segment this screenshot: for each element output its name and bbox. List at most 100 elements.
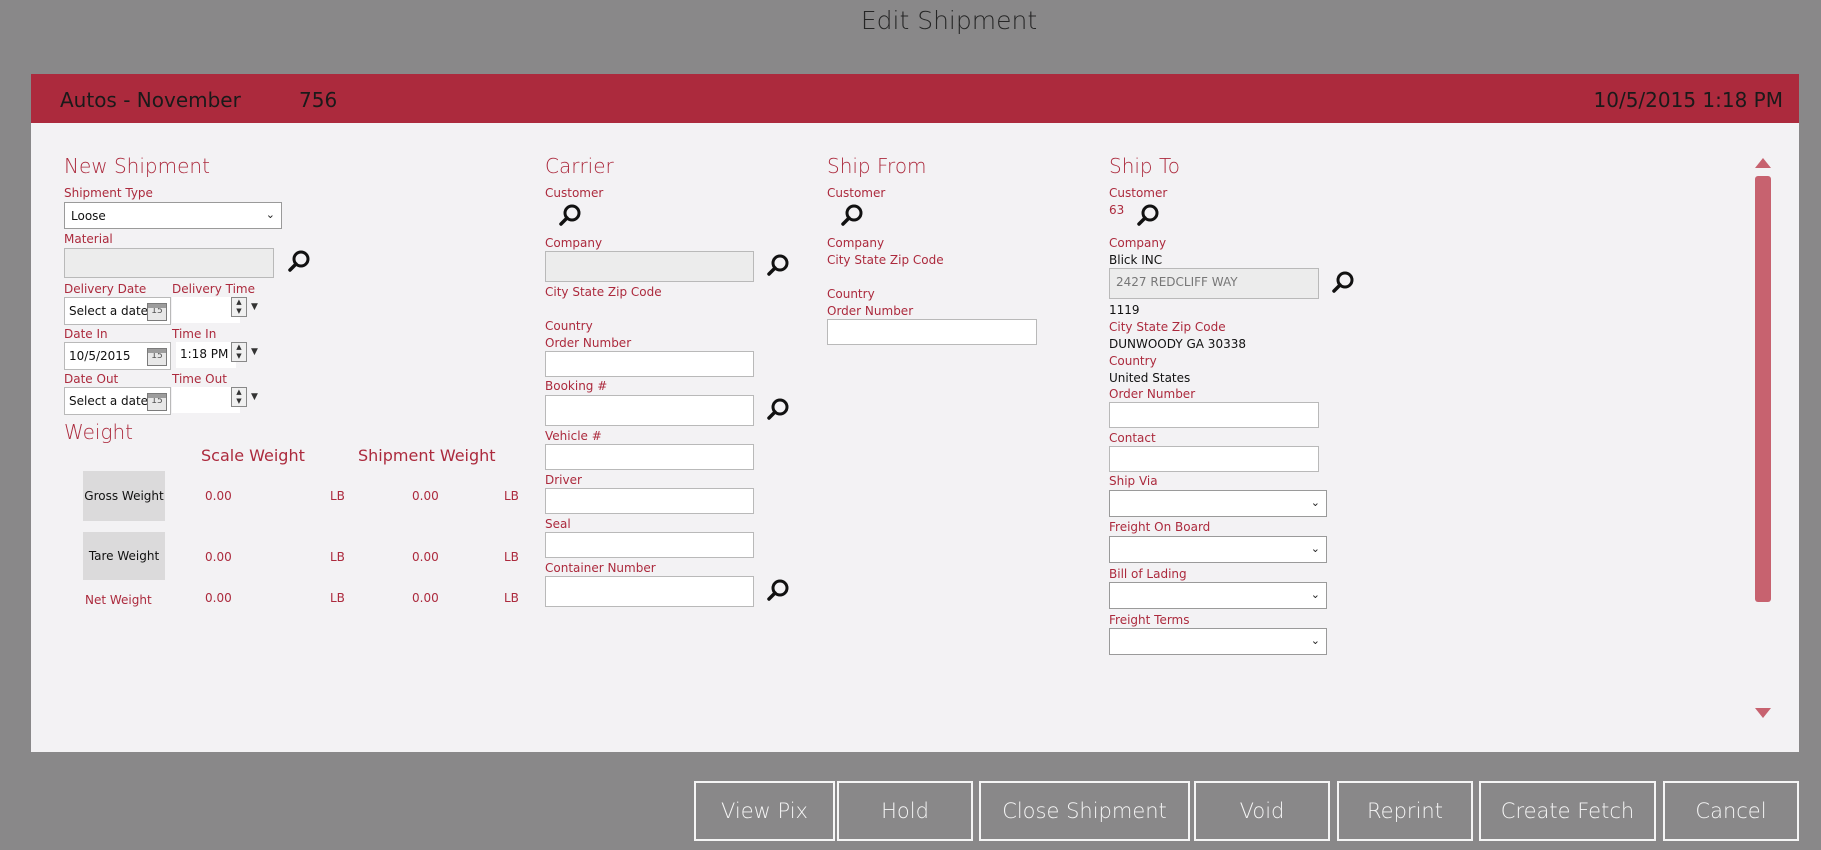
ship-from-customer-label: Customer [827,186,886,200]
view-pix-button[interactable]: View Pix [694,781,835,841]
seal-input[interactable] [545,532,754,558]
ship-to-city-label: City State Zip Code [1109,320,1226,334]
net-shipment-value: 0.00 [412,591,439,605]
ship-to-country-value: United States [1109,371,1191,385]
time-out-input[interactable] [172,387,240,413]
carrier-company-label: Company [545,236,603,250]
ship-to-company-value: Blick INC [1109,253,1163,267]
scroll-down-icon[interactable] [1755,708,1771,718]
time-in-input[interactable]: 1:18 PM [176,342,236,368]
net-shipment-unit: LB [504,591,519,605]
date-out-picker[interactable]: Select a date 15 [64,387,171,415]
void-button[interactable]: Void [1194,781,1330,841]
freight-terms-label: Freight Terms [1109,613,1190,627]
time-out-spinner[interactable]: ▲ ▼ [231,387,247,407]
tare-shipment-unit: LB [504,550,519,564]
ship-from-order-number-input[interactable] [827,319,1037,345]
time-in-spinner[interactable]: ▲ ▼ [231,342,247,362]
create-fetch-button[interactable]: Create Fetch [1479,781,1656,841]
shipment-type-select[interactable]: Loose ⌄ [64,202,282,229]
chevron-down-icon: ⌄ [265,208,275,221]
ship-from-customer-search-icon[interactable] [840,202,866,228]
material-input[interactable] [64,248,274,278]
time-out-label: Time Out [172,372,227,386]
delivery-time-dropdown-icon[interactable]: ▼ [251,302,258,312]
carrier-title: Carrier [545,154,614,178]
close-shipment-button[interactable]: Close Shipment [979,781,1190,841]
time-out-dropdown-icon[interactable]: ▼ [251,392,258,402]
vehicle-input[interactable] [545,444,754,470]
carrier-company-input[interactable] [545,251,754,282]
ship-to-address-input[interactable]: 2427 REDCLIFF WAY [1109,268,1319,299]
scroll-up-icon[interactable] [1755,158,1771,168]
ship-from-company-label: Company [827,236,885,250]
header-bar: Autos - November 756 10/5/2015 1:18 PM [31,74,1799,123]
driver-input[interactable] [545,488,754,514]
header-title: Autos - November [60,88,241,112]
delivery-date-label: Delivery Date [64,282,147,296]
gross-shipment-unit: LB [504,489,519,503]
gross-shipment-value: 0.00 [412,489,439,503]
bol-label: Bill of Lading [1109,567,1187,581]
net-scale-value: 0.00 [205,591,232,605]
chevron-down-icon: ⌄ [1310,542,1320,555]
date-out-label: Date Out [64,372,119,386]
calendar-icon[interactable]: 15 [147,303,167,321]
ship-to-address-search-icon[interactable] [1331,269,1357,295]
shipment-weight-header: Shipment Weight [358,446,496,465]
ship-to-company-label: Company [1109,236,1167,250]
container-search-icon[interactable] [766,577,792,603]
gross-weight-label: Gross Weight [84,489,164,503]
new-shipment-title: New Shipment [64,154,210,178]
carrier-company-search-icon[interactable] [766,252,792,278]
chevron-down-icon: ⌄ [1310,588,1320,601]
gross-weight-button[interactable]: Gross Weight [83,471,165,521]
ship-to-order-number-label: Order Number [1109,387,1196,401]
tare-weight-button[interactable]: Tare Weight [83,532,165,580]
delivery-time-input[interactable] [172,297,240,323]
container-input[interactable] [545,576,754,607]
ship-from-title: Ship From [827,154,927,178]
date-in-picker[interactable]: 10/5/2015 15 [64,342,171,370]
ship-via-select[interactable]: ⌄ [1109,490,1327,517]
contact-input[interactable] [1109,446,1319,472]
carrier-order-number-input[interactable] [545,351,754,377]
carrier-customer-search-icon[interactable] [558,202,584,228]
container-label: Container Number [545,561,656,575]
reprint-button[interactable]: Reprint [1337,781,1473,841]
header-datetime: 10/5/2015 1:18 PM [1593,88,1784,112]
scale-weight-header: Scale Weight [201,446,305,465]
ship-to-address2-value: 1119 [1109,303,1140,317]
material-label: Material [64,232,113,246]
ship-to-customer-search-icon[interactable] [1136,202,1162,228]
freight-terms-select[interactable]: ⌄ [1109,628,1327,655]
seal-label: Seal [545,517,571,531]
time-in-value: 1:18 PM [180,347,229,361]
booking-search-icon[interactable] [766,396,792,422]
carrier-country-label: Country [545,319,593,333]
ship-to-order-number-input[interactable] [1109,402,1319,428]
cancel-button[interactable]: Cancel [1663,781,1799,841]
ship-from-city-label: City State Zip Code [827,253,944,267]
delivery-date-picker[interactable]: Select a date 15 [64,297,171,325]
material-search-icon[interactable] [287,248,313,274]
date-in-value: 10/5/2015 [69,349,131,363]
delivery-time-spinner[interactable]: ▲ ▼ [231,297,247,317]
header-number: 756 [299,88,338,112]
booking-input[interactable] [545,395,754,426]
calendar-icon[interactable]: 15 [147,393,167,411]
vertical-scrollbar[interactable] [1755,176,1771,602]
time-in-dropdown-icon[interactable]: ▼ [251,347,258,357]
ship-via-label: Ship Via [1109,474,1158,488]
time-in-label: Time In [172,327,217,341]
calendar-icon[interactable]: 15 [147,348,167,366]
tare-shipment-value: 0.00 [412,550,439,564]
ship-to-customer-value: 63 [1109,203,1125,217]
ship-to-address-value: 2427 REDCLIFF WAY [1116,275,1238,289]
tare-scale-unit: LB [330,550,345,564]
shipment-type-value: Loose [71,209,106,223]
hold-button[interactable]: Hold [837,781,973,841]
tare-scale-value: 0.00 [205,550,232,564]
fob-select[interactable]: ⌄ [1109,536,1327,563]
bol-select[interactable]: ⌄ [1109,582,1327,609]
